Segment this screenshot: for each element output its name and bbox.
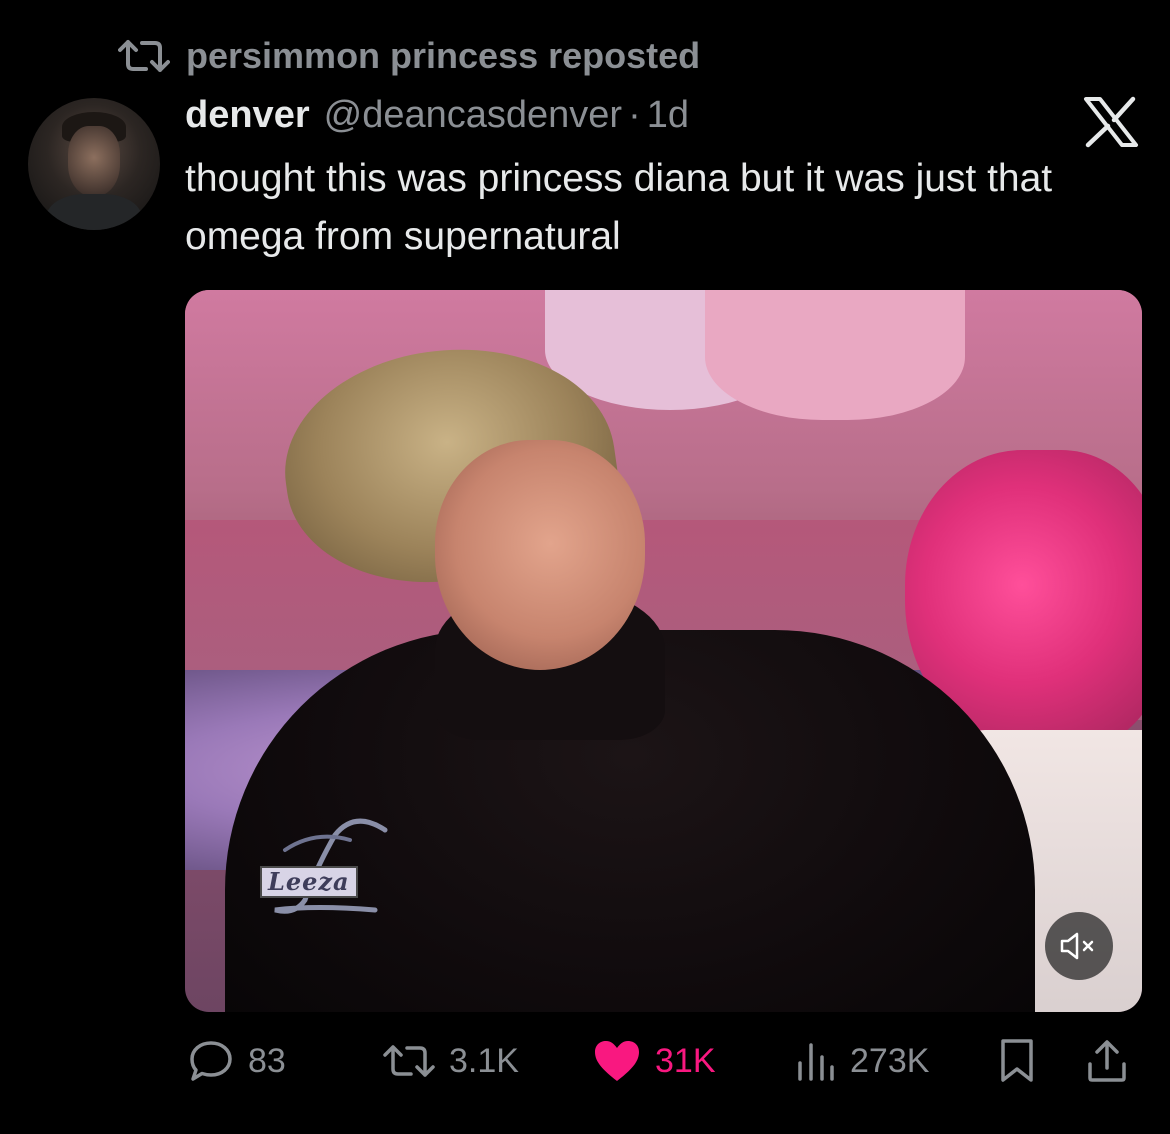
like-button[interactable]: 31K xyxy=(593,1036,716,1086)
repost-label: persimmon princess reposted xyxy=(186,35,701,76)
repost-context[interactable]: persimmon princess reposted xyxy=(118,34,700,78)
x-logo-icon xyxy=(1084,96,1138,148)
bookmark-icon xyxy=(1001,1039,1033,1082)
tweet-text: thought this was princess diana but it w… xyxy=(185,157,1053,258)
tweet-header: denver @deancasdenver · 1d xyxy=(185,94,689,144)
leeza-watermark: Leeza xyxy=(260,866,358,898)
like-count: 31K xyxy=(655,1041,716,1080)
bookmark-button[interactable] xyxy=(998,1036,1050,1086)
mute-button[interactable] xyxy=(1045,912,1113,980)
tweet-page: persimmon princess reposted denver @dean… xyxy=(0,0,1170,1134)
repost-count: 3.1K xyxy=(449,1041,519,1080)
repost-action-icon xyxy=(383,1045,435,1077)
separator-dot: · xyxy=(628,94,641,136)
repost-button[interactable]: 3.1K xyxy=(383,1036,519,1086)
speaker-muted-icon xyxy=(1060,932,1094,960)
reply-button[interactable]: 83 xyxy=(188,1036,286,1086)
views-count: 273K xyxy=(850,1041,930,1080)
views-icon xyxy=(798,1043,834,1081)
repost-icon xyxy=(118,40,170,72)
reply-icon xyxy=(190,1041,232,1081)
reply-count: 83 xyxy=(248,1041,286,1080)
heart-filled-icon xyxy=(595,1041,639,1081)
tweet-actions: 83 3.1K 31K 273K xyxy=(188,1036,1138,1086)
user-handle[interactable]: @deancasdenver xyxy=(324,94,622,137)
display-name[interactable]: denver xyxy=(185,94,310,137)
share-button[interactable] xyxy=(1084,1036,1144,1086)
leeza-logo xyxy=(274,818,388,914)
views-button[interactable]: 273K xyxy=(796,1036,929,1086)
share-icon xyxy=(1088,1040,1126,1082)
tweet-age[interactable]: 1d xyxy=(647,94,689,137)
avatar[interactable] xyxy=(28,98,160,230)
video-player[interactable]: Leeza xyxy=(185,290,1142,1012)
